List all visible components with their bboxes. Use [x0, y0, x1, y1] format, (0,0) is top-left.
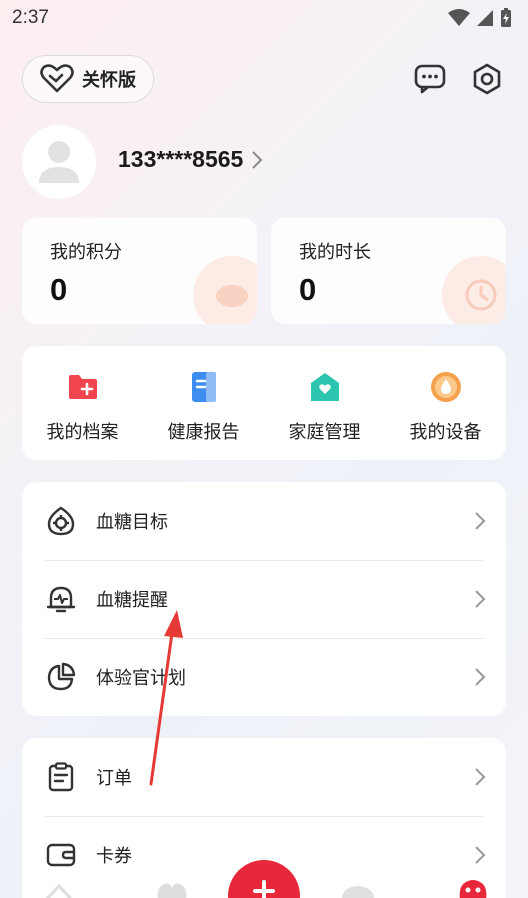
status-icons: [448, 8, 512, 28]
points-card[interactable]: 我的积分 0: [22, 218, 257, 324]
chevron-right-icon: [252, 150, 263, 169]
tab-profile-icon[interactable]: [456, 878, 490, 898]
chevron-right-icon: [475, 768, 486, 786]
points-label: 我的积分: [50, 242, 122, 263]
message-icon: [414, 64, 446, 94]
tab-care-icon[interactable]: [154, 880, 190, 898]
quick-actions-card: 我的档案 健康报告 家庭管理 我的设备: [22, 346, 506, 460]
wifi-icon: [448, 9, 470, 26]
menu-item-orders[interactable]: 订单: [22, 738, 506, 816]
chevron-right-icon: [475, 846, 486, 864]
care-mode-label: 关怀版: [82, 70, 136, 91]
wallet-icon: [46, 840, 76, 870]
avatar[interactable]: [22, 125, 96, 199]
piggy-bank-icon: [193, 256, 257, 324]
quick-item-report[interactable]: 健康报告: [143, 346, 264, 460]
signal-icon: [477, 10, 493, 26]
points-value: 0: [50, 272, 68, 307]
status-bar: 2:37: [0, 0, 528, 36]
bell-pulse-icon: [46, 584, 76, 614]
duration-value: 0: [299, 272, 317, 307]
duration-card[interactable]: 我的时长 0: [271, 218, 506, 324]
tab-home-icon[interactable]: [44, 884, 74, 898]
menu-label-orders: 订单: [96, 768, 132, 789]
report-icon: [187, 370, 221, 404]
quick-item-device[interactable]: 我的设备: [385, 346, 506, 460]
tab-community-icon[interactable]: [340, 880, 376, 898]
menu-item-experience-plan[interactable]: 体验官计划: [22, 638, 506, 716]
chevron-right-icon: [475, 668, 486, 686]
chevron-right-icon: [475, 590, 486, 608]
quick-label-report: 健康报告: [167, 422, 240, 443]
quick-label-family: 家庭管理: [288, 422, 361, 443]
plus-icon: [253, 880, 275, 898]
care-mode-button[interactable]: 关怀版: [22, 55, 154, 103]
clock-icon: [442, 256, 506, 324]
menu-item-glucose-target[interactable]: 血糖目标: [22, 482, 506, 560]
menu-label-glucose-reminder: 血糖提醒: [96, 590, 168, 611]
quick-item-archive[interactable]: 我的档案: [22, 346, 143, 460]
menu-item-glucose-reminder[interactable]: 血糖提醒: [22, 560, 506, 638]
settings-icon: [473, 63, 501, 95]
pie-chart-icon: [46, 662, 76, 692]
status-time: 2:37: [12, 7, 49, 28]
target-icon: [46, 506, 76, 536]
folder-plus-icon: [66, 370, 100, 404]
quick-item-family[interactable]: 家庭管理: [264, 346, 385, 460]
user-avatar-icon: [39, 141, 79, 183]
profile-link[interactable]: 133****8565: [118, 146, 263, 173]
menu-card-glucose: 血糖目标 血糖提醒 体验官计划: [22, 482, 506, 716]
clipboard-icon: [46, 762, 76, 792]
duration-label: 我的时长: [299, 242, 371, 263]
chevron-right-icon: [475, 512, 486, 530]
home-heart-icon: [308, 370, 342, 404]
menu-label-experience-plan: 体验官计划: [96, 668, 186, 689]
device-icon: [429, 370, 463, 404]
username: 133****8565: [118, 146, 244, 172]
battery-icon: [501, 8, 511, 27]
settings-button[interactable]: [470, 62, 504, 96]
menu-label-coupons: 卡券: [96, 846, 132, 867]
menu-label-glucose-target: 血糖目标: [96, 512, 168, 533]
message-button[interactable]: [413, 62, 447, 96]
quick-label-device: 我的设备: [409, 422, 482, 443]
heart-handshake-icon: [40, 64, 74, 93]
quick-label-archive: 我的档案: [46, 422, 119, 443]
